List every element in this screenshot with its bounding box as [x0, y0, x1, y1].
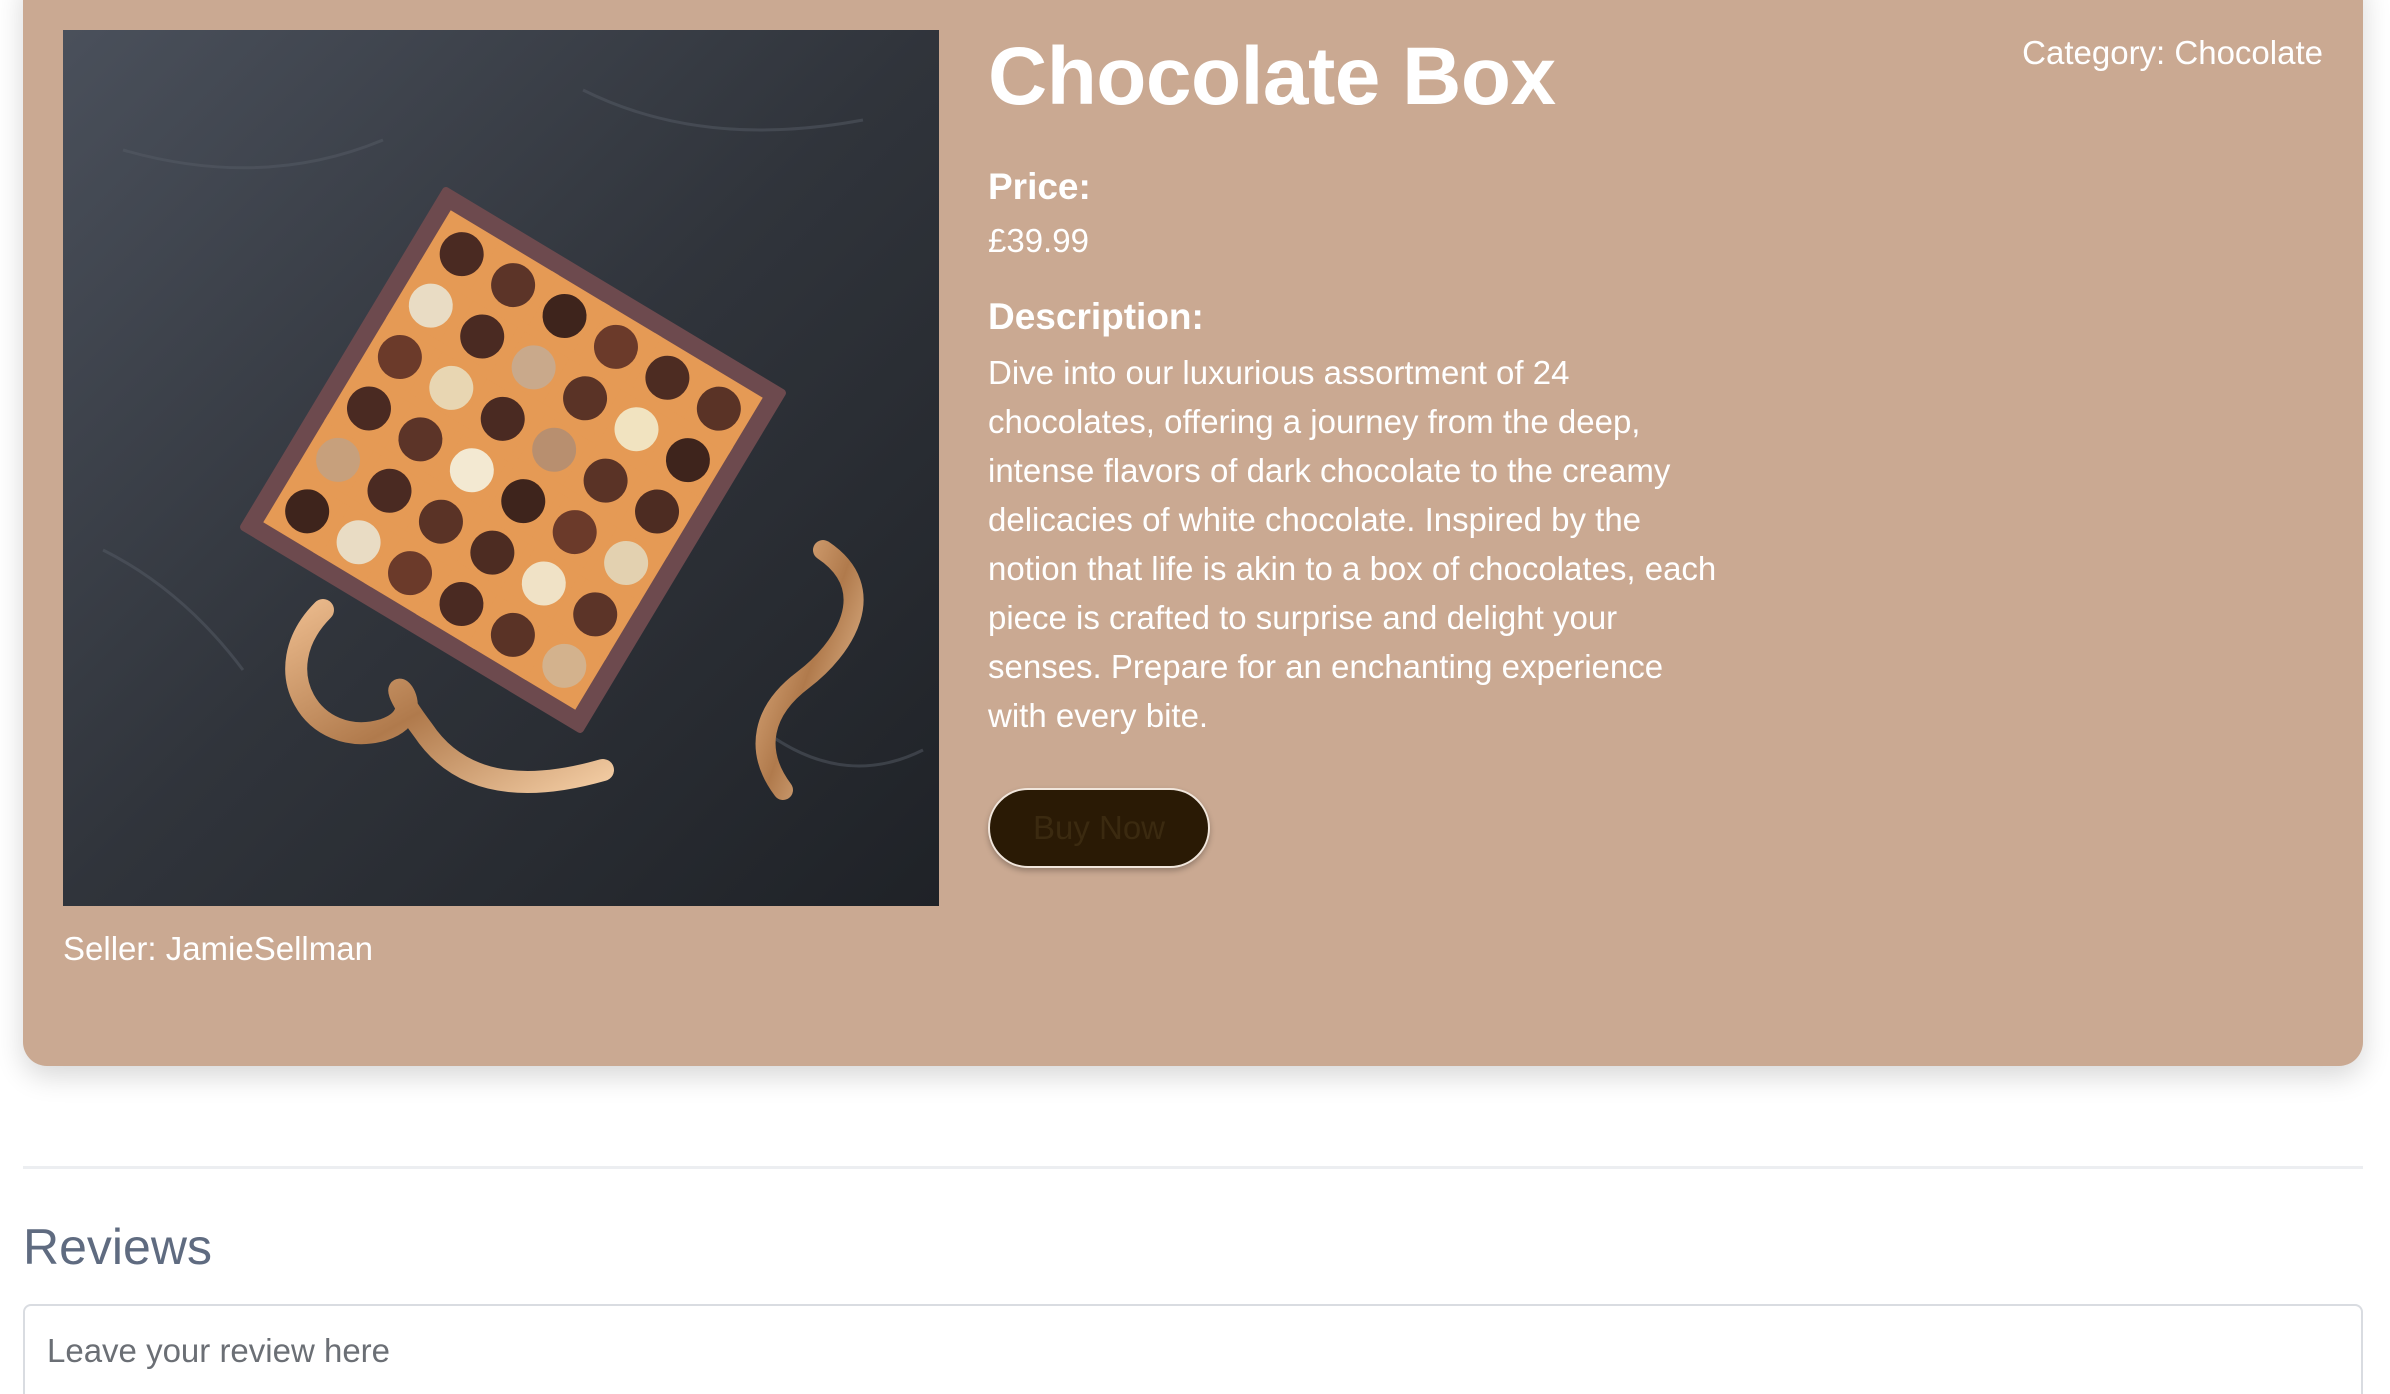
product-card: Category: Chocolate Chocolate Box Price:…: [23, 0, 2363, 1066]
product-page: Category: Chocolate Chocolate Box Price:…: [0, 0, 2390, 1394]
product-title: Chocolate Box: [988, 31, 1556, 122]
product-image: [63, 30, 939, 906]
product-category: Category: Chocolate: [2022, 34, 2323, 71]
review-input[interactable]: [23, 1304, 2363, 1394]
seller-name: Seller: JamieSellman: [63, 930, 373, 967]
price-value: £39.99: [988, 222, 1089, 259]
description-label: Description:: [988, 296, 1204, 337]
price-label: Price:: [988, 166, 1091, 207]
section-divider: [23, 1166, 2363, 1169]
reviews-heading: Reviews: [23, 1219, 212, 1275]
description-text: Dive into our luxurious assortment of 24…: [988, 354, 1717, 734]
buy-now-button[interactable]: Buy Now: [988, 788, 1210, 868]
